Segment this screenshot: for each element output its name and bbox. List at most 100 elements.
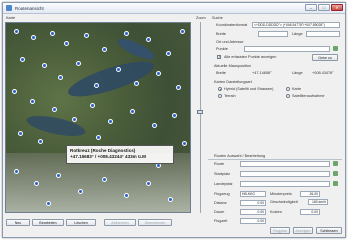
flightplan-button[interactable]: Flugplan: [270, 227, 290, 234]
radio-satellite[interactable]: [286, 94, 290, 98]
map-pin[interactable]: [168, 197, 173, 202]
map-pin[interactable]: [56, 173, 61, 178]
map-pin[interactable]: [14, 29, 19, 34]
pin-edit-icon[interactable]: [333, 46, 338, 51]
new-button[interactable]: Neu: [6, 219, 30, 226]
map-label: Karte: [6, 16, 16, 20]
map-pin[interactable]: [90, 103, 95, 108]
show-button[interactable]: Anzeigen: [293, 227, 313, 234]
aircraft-select[interactable]: HB-KKG: [240, 191, 266, 197]
show-all-label: Alle erfassten Punkte anzeigen: [224, 55, 277, 59]
edit-button[interactable]: Bearbeiten: [32, 219, 64, 226]
radio-terrain[interactable]: [218, 94, 222, 98]
map-pin[interactable]: [30, 99, 35, 104]
mouse-lon-label: Länge: [292, 71, 303, 75]
map-pin[interactable]: [116, 67, 121, 72]
minutes-value: 26.00: [300, 191, 320, 197]
minutes-label: Minutenpreis: [270, 192, 292, 196]
zoom-label: Zoom: [196, 16, 206, 20]
radio-hybrid-label: Hybrid (Satellit und Strassen): [224, 87, 274, 91]
map-pin[interactable]: [14, 169, 19, 174]
map-pin[interactable]: [182, 141, 187, 146]
map-pin[interactable]: [102, 47, 107, 52]
map-pin[interactable]: [34, 181, 39, 186]
map-pin[interactable]: [96, 135, 101, 140]
map-pin[interactable]: [180, 29, 185, 34]
app-icon: [6, 5, 12, 11]
distance-value: 0.00: [240, 200, 266, 206]
start-select[interactable]: [240, 171, 330, 177]
map-pin[interactable]: [50, 31, 55, 36]
map-pin[interactable]: [130, 109, 135, 114]
duration-value: 0.00: [240, 209, 266, 215]
map-pin[interactable]: [172, 113, 177, 118]
map-pin[interactable]: [124, 193, 129, 198]
map-pin[interactable]: [146, 37, 151, 42]
map-pin[interactable]: [52, 107, 57, 112]
route-label: Route: [214, 162, 225, 166]
place-label: Ort und Adresse: [216, 40, 244, 44]
map-pin[interactable]: [152, 123, 157, 128]
mouse-lat-value: +47.14656°: [252, 71, 272, 75]
delete-button[interactable]: Löschen: [66, 219, 96, 226]
zoom-slider[interactable]: [197, 22, 203, 213]
coord-format-select[interactable]: <+DDD.DDDDD°> (+046.54778°/+007.89028°): [252, 22, 340, 28]
radio-terrain-label: Terrain: [224, 94, 236, 98]
close-window-button[interactable]: ✕: [331, 4, 343, 11]
show-all-checkbox[interactable]: ✓: [217, 55, 221, 59]
route-heading: Routen Auswahl / Bearbeitung: [214, 154, 266, 158]
map-pin[interactable]: [31, 35, 36, 40]
close-button[interactable]: Schliessen: [316, 227, 342, 234]
maximize-button[interactable]: □: [318, 4, 330, 11]
goto-button[interactable]: Gehe zu: [312, 54, 338, 61]
map-pin[interactable]: [72, 117, 77, 122]
map-pin[interactable]: [58, 75, 63, 80]
map-pin[interactable]: [146, 181, 151, 186]
lon-input[interactable]: [306, 31, 340, 37]
cancel-button[interactable]: Abbrechen: [104, 219, 136, 226]
mouse-pos-heading: Aktuelle Mausposition: [214, 64, 251, 68]
lat-input[interactable]: [258, 31, 288, 37]
map-pin[interactable]: [38, 139, 43, 144]
map-pin[interactable]: [108, 119, 113, 124]
accept-button[interactable]: Übernehmen: [138, 219, 172, 226]
map-pin[interactable]: [94, 83, 99, 88]
route-divider: [208, 159, 342, 160]
landing-select[interactable]: [240, 181, 330, 187]
flight-label: Flugzeug: [214, 192, 230, 196]
radio-hybrid[interactable]: [218, 87, 222, 91]
map-pin[interactable]: [12, 89, 17, 94]
duration-label: Dauer: [214, 210, 225, 214]
distance-label: Distanz: [214, 201, 227, 205]
map-pin[interactable]: [134, 81, 139, 86]
map-pin[interactable]: [76, 61, 81, 66]
map-pin[interactable]: [78, 189, 83, 194]
start-edit-icon[interactable]: [333, 171, 338, 176]
search-heading: Suche: [212, 16, 223, 20]
route-edit-icon[interactable]: [333, 161, 338, 166]
tooltip-coords: +47.15683° / +008.43244° 433m ü.M: [70, 153, 146, 159]
zoom-thumb[interactable]: [197, 110, 203, 114]
map-lake: [24, 111, 88, 141]
route-select[interactable]: [240, 161, 330, 167]
points-select[interactable]: [244, 46, 330, 52]
map-pin[interactable]: [166, 51, 171, 56]
flight-time-value: 0.00: [240, 218, 266, 224]
radio-map-label: Karte: [292, 87, 302, 91]
map-view[interactable]: Rotkreuz (Roche Diagnostics) +47.15683° …: [5, 22, 191, 213]
map-pin[interactable]: [176, 85, 181, 90]
map-pin[interactable]: [156, 71, 161, 76]
map-pin[interactable]: [18, 131, 23, 136]
map-pin[interactable]: [20, 57, 25, 62]
map-pin[interactable]: [102, 177, 107, 182]
minimize-button[interactable]: –: [305, 4, 317, 11]
map-pin[interactable]: [46, 201, 51, 206]
coord-format-label: Koordinatenformat: [216, 23, 248, 27]
map-pin[interactable]: [64, 41, 69, 46]
radio-map[interactable]: [286, 87, 290, 91]
map-pin[interactable]: [124, 31, 129, 36]
landing-edit-icon[interactable]: [333, 181, 338, 186]
map-pin[interactable]: [84, 33, 89, 38]
map-pin[interactable]: [42, 63, 47, 68]
zoom-track: [199, 22, 201, 213]
